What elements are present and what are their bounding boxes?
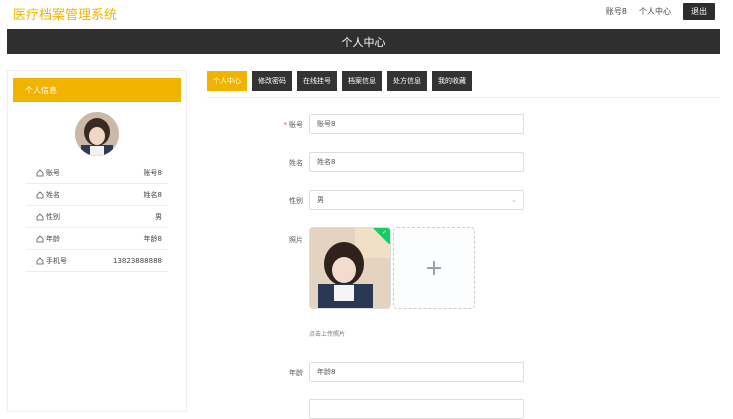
home-icon <box>36 168 44 176</box>
info-row-name: 姓名 姓名8 <box>26 184 168 206</box>
home-icon <box>36 234 44 242</box>
tab-bar: 个人中心 修改密码 在线挂号 档案信息 处方信息 我的收藏 <box>207 71 472 91</box>
tab-online-registration[interactable]: 在线挂号 <box>297 71 337 91</box>
avatar <box>75 112 119 156</box>
gender-select[interactable]: 男 ⌄ <box>309 190 524 210</box>
check-icon: ✓ <box>381 229 387 236</box>
info-row-gender: 性别 男 <box>26 206 168 228</box>
tab-records[interactable]: 档案信息 <box>342 71 382 91</box>
gender-value: 男 <box>317 196 324 204</box>
info-label: 手机号 <box>46 256 67 265</box>
info-label: 账号 <box>46 168 60 177</box>
home-icon <box>36 212 44 220</box>
page-title: 个人中心 <box>341 35 386 49</box>
profile-link[interactable]: 个人中心 <box>639 6 671 17</box>
home-icon <box>36 190 44 198</box>
sidebar-header: 个人信息 <box>13 78 181 102</box>
info-row-account: 账号 账号8 <box>26 162 168 184</box>
info-value: 男 <box>155 212 162 221</box>
account-link[interactable]: 账号8 <box>606 6 627 17</box>
tab-prescriptions[interactable]: 处方信息 <box>387 71 427 91</box>
gender-label: 性别 <box>289 197 303 205</box>
account-field[interactable]: 账号8 <box>309 114 524 134</box>
name-field[interactable]: 姓名8 <box>309 152 524 172</box>
brand-title: 医疗档案管理系统 <box>13 8 118 23</box>
info-value: 13823888888 <box>113 256 162 265</box>
tab-change-password[interactable]: 修改密码 <box>252 71 292 91</box>
home-icon <box>36 256 44 264</box>
page-title-bar: 个人中心 <box>7 29 720 54</box>
info-row-age: 年龄 年龄8 <box>26 228 168 250</box>
profile-sidebar: 个人信息 账号 账号8 姓名 姓名8 性别 男 年龄 年龄8 手机号 13823… <box>7 70 187 412</box>
photo-upload-hint: 点击上传照片 <box>309 331 346 338</box>
uploaded-photo[interactable]: ✓ <box>309 227 391 309</box>
top-bar: 医疗档案管理系统 账号8 个人中心 退出 <box>0 0 733 28</box>
info-value: 姓名8 <box>143 190 162 199</box>
logout-button[interactable]: 退出 <box>683 3 715 20</box>
photo-label: 照片 <box>289 236 303 244</box>
info-value: 年龄8 <box>143 234 162 243</box>
tab-profile[interactable]: 个人中心 <box>207 71 247 91</box>
upload-button[interactable]: + <box>393 227 475 309</box>
next-field[interactable] <box>309 399 524 419</box>
age-field[interactable]: 年龄8 <box>309 362 524 382</box>
profile-info-list: 账号 账号8 姓名 姓名8 性别 男 年龄 年龄8 手机号 1382388888… <box>26 162 168 272</box>
info-label: 姓名 <box>46 190 60 199</box>
info-label: 年龄 <box>46 234 60 243</box>
name-label: 姓名 <box>289 159 303 167</box>
chevron-down-icon: ⌄ <box>511 196 517 204</box>
top-right-nav: 账号8 个人中心 退出 <box>606 3 715 20</box>
info-label: 性别 <box>46 212 60 221</box>
info-row-phone: 手机号 13823888888 <box>26 250 168 272</box>
account-label: * 账号 <box>283 121 304 129</box>
tab-favorites[interactable]: 我的收藏 <box>432 71 472 91</box>
tab-divider <box>207 97 720 98</box>
info-value: 账号8 <box>143 168 162 177</box>
age-label: 年龄 <box>289 369 303 377</box>
